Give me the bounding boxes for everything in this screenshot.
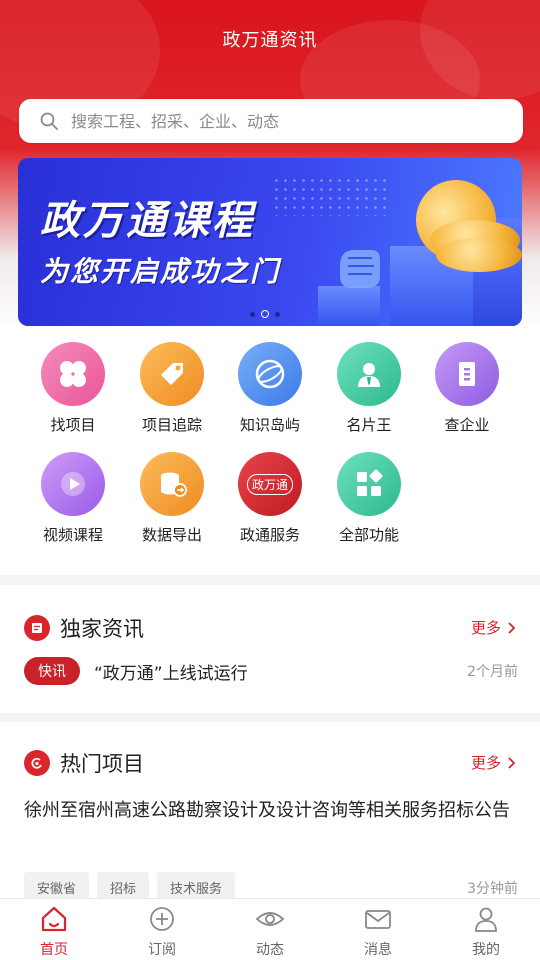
tab-label: 我的 xyxy=(472,942,500,958)
play-icon xyxy=(61,472,85,496)
coin-icon xyxy=(436,238,522,272)
search-bar[interactable] xyxy=(19,99,523,143)
fire-icon xyxy=(24,750,50,776)
pager-dot-active[interactable] xyxy=(261,310,269,318)
banner-title: 政万通课程 xyxy=(40,198,255,244)
tab-feed[interactable]: 动态 xyxy=(216,899,324,960)
section-title: 热门项目 xyxy=(60,752,144,776)
plus-circle-icon xyxy=(150,907,174,931)
section-title: 独家资讯 xyxy=(60,617,144,641)
globe-icon xyxy=(255,359,285,389)
brand-badge-text: 政万通 xyxy=(246,473,293,495)
func-label: 名片王 xyxy=(346,416,392,434)
flash-news-tag: 快讯 xyxy=(24,657,80,685)
eye-icon xyxy=(255,912,285,926)
tab-label: 首页 xyxy=(40,942,68,958)
bottom-tab-bar: 首页 订阅 动态 消息 我的 xyxy=(0,898,540,960)
func-check-company[interactable]: 查企业 xyxy=(418,342,516,435)
hot-projects-section: 热门项目 更多 徐州至宿州高速公路勘察设计及设计咨询等相关服务招标公告 安徽省招… xyxy=(0,722,540,903)
person-icon xyxy=(358,363,380,387)
banner-pager[interactable] xyxy=(250,310,280,318)
page-title: 政万通资讯 xyxy=(222,30,318,51)
func-label: 视频课程 xyxy=(42,526,103,544)
tab-subscribe[interactable]: 订阅 xyxy=(108,899,216,960)
more-label: 更多 xyxy=(470,619,501,637)
tab-home[interactable]: 首页 xyxy=(0,899,108,960)
grid-icon xyxy=(357,469,383,496)
chevron-right-icon xyxy=(508,621,516,634)
building-icon xyxy=(459,362,475,386)
more-link[interactable]: 更多 xyxy=(471,752,516,773)
tab-label: 动态 xyxy=(256,942,284,958)
fist-icon xyxy=(340,250,380,288)
home-icon xyxy=(41,906,67,932)
more-label: 更多 xyxy=(470,754,501,772)
func-knowledge-island[interactable]: 知识岛屿 xyxy=(221,342,319,435)
news-title: “政万通”上线试运行 xyxy=(94,663,248,684)
func-label: 政通服务 xyxy=(239,526,300,544)
func-video-course[interactable]: 视频课程 xyxy=(24,452,122,545)
func-find-project[interactable]: 找项目 xyxy=(24,342,122,435)
user-icon xyxy=(475,907,497,932)
banner-dot-pattern xyxy=(272,176,392,216)
project-title[interactable]: 徐州至宿州高速公路勘察设计及设计咨询等相关服务招标公告 xyxy=(24,796,520,826)
func-label: 全部功能 xyxy=(338,526,399,544)
promo-banner[interactable]: 政万通课程 为您开启成功之门 xyxy=(18,158,522,326)
func-project-tracking[interactable]: 项目追踪 xyxy=(123,342,221,435)
project-time: 3分钟前 xyxy=(467,881,518,897)
database-export-icon xyxy=(161,472,187,497)
news-item[interactable]: 快讯 “政万通”上线试运行 2个月前 xyxy=(24,657,518,685)
pager-dot[interactable] xyxy=(275,311,280,317)
banner-subtitle: 为您开启成功之门 xyxy=(40,255,281,288)
search-icon xyxy=(40,112,58,130)
function-grid: 找项目 项目追踪 知识岛屿 名片王 查企业 视频课程 数据导出 政万通 政通服务… xyxy=(0,330,540,575)
func-label: 找项目 xyxy=(50,416,96,434)
news-time: 2个月前 xyxy=(467,664,518,680)
clover-icon xyxy=(60,361,86,387)
func-government-service[interactable]: 政万通 政通服务 xyxy=(221,452,319,545)
func-label: 项目追踪 xyxy=(141,416,202,434)
brand-badge-icon: 政万通 xyxy=(238,452,302,516)
tag-icon xyxy=(161,363,183,385)
tab-messages[interactable]: 消息 xyxy=(324,899,432,960)
func-label: 知识岛屿 xyxy=(239,416,300,434)
chevron-right-icon xyxy=(508,756,516,769)
pager-dot[interactable] xyxy=(250,311,255,317)
section-header: 独家资讯 xyxy=(24,613,144,643)
more-link[interactable]: 更多 xyxy=(471,617,516,638)
section-header: 热门项目 xyxy=(24,748,144,778)
news-icon xyxy=(24,615,50,641)
func-data-export[interactable]: 数据导出 xyxy=(123,452,221,545)
func-business-card[interactable]: 名片王 xyxy=(320,342,418,435)
func-label: 查企业 xyxy=(444,416,490,434)
search-input[interactable] xyxy=(71,111,471,131)
exclusive-news-section: 独家资讯 更多 快讯 “政万通”上线试运行 2个月前 xyxy=(0,585,540,713)
tab-label: 消息 xyxy=(364,942,392,958)
func-all-functions[interactable]: 全部功能 xyxy=(320,452,418,545)
tab-label: 订阅 xyxy=(148,942,176,958)
func-label: 数据导出 xyxy=(141,526,202,544)
tab-profile[interactable]: 我的 xyxy=(432,899,540,960)
mail-icon xyxy=(365,910,391,929)
